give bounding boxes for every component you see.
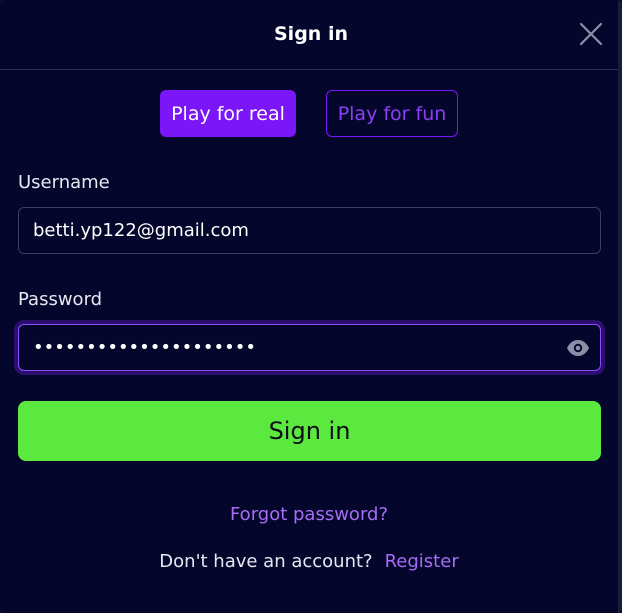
modal-edge [618,0,622,613]
forgot-password-link[interactable]: Forgot password? [0,504,618,525]
username-label: Username [18,172,110,193]
play-for-real-button[interactable]: Play for real [160,90,296,137]
play-for-fun-button[interactable]: Play for fun [326,90,458,137]
register-link[interactable]: Register [385,551,459,572]
password-value: ••••••••••••••••••••• [33,337,256,358]
register-row: Don't have an account? Register [0,551,618,572]
no-account-text: Don't have an account? [159,551,373,572]
modal-title: Sign in [274,23,348,45]
password-field[interactable]: ••••••••••••••••••••• [18,324,601,371]
password-label: Password [18,289,103,310]
modal-header: Sign in [0,0,622,70]
sign-in-modal: Sign in Play for real Play for fun Usern… [0,0,622,613]
username-value: betti.yp122@gmail.com [33,220,249,241]
play-mode-toggle: Play for real Play for fun [0,90,622,137]
eye-icon[interactable] [566,337,590,359]
close-icon[interactable] [578,21,604,47]
sign-in-button[interactable]: Sign in [18,401,601,461]
username-field[interactable]: betti.yp122@gmail.com [18,207,601,254]
